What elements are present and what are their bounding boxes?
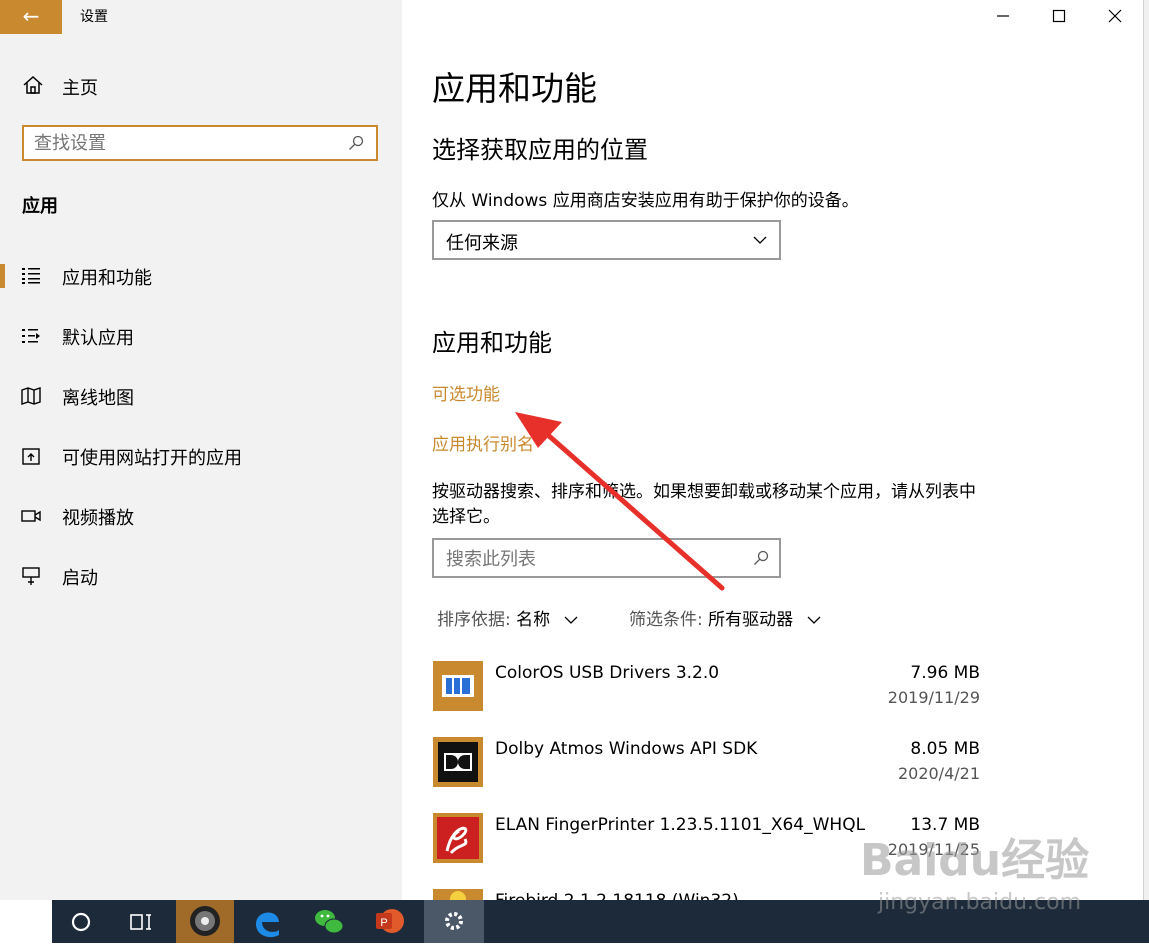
svg-text:P: P [380,917,387,929]
window-title: 设置 [80,9,108,25]
sidebar-item-label: 启动 [62,568,98,589]
home-icon [23,75,43,94]
apps-list-icon [22,268,40,284]
settings-icon [445,912,463,930]
search-icon[interactable] [753,550,769,566]
location-description: 仅从 Windows 应用商店安装应用有助于保护你的设备。 [432,191,859,211]
sort-value: 名称 [516,610,551,630]
sidebar-item-video-playback[interactable]: 视频播放 [0,496,402,536]
offline-map-icon [21,387,41,405]
filter-dropdown[interactable]: 筛选条件: 所有驱动器 [629,605,821,630]
app-list-item[interactable]: Dolby Atmos Windows API SDK 8.05 MB 2020… [432,737,992,797]
apps-features-heading: 应用和功能 [432,329,552,357]
elan-fingerprint-icon [433,813,483,863]
settings-search-input[interactable] [34,131,334,155]
default-apps-icon [22,329,40,343]
filter-label: 筛选条件: [629,610,703,630]
sort-dropdown[interactable]: 排序依据: 名称 [437,605,578,630]
app-size: 7.96 MB [910,663,980,683]
sidebar-item-label: 默认应用 [62,328,134,349]
watermark-brand: Baidu经验 [860,835,1089,886]
app-list-item[interactable]: ColorOS USB Drivers 3.2.0 7.96 MB 2019/1… [432,661,992,721]
dolby-icon [433,737,483,787]
app-name: Dolby Atmos Windows API SDK [495,739,758,759]
app-date: 2020/4/21 [897,764,980,783]
sidebar-item-label: 应用和功能 [62,268,152,289]
chevron-down-icon [564,616,578,624]
taskbar-app-button[interactable] [176,900,234,943]
back-button[interactable]: ← [0,0,62,34]
startup-icon [22,567,40,585]
app-name: Firebird 2.1.2.18118 (Win32) [495,891,739,900]
app-icon [190,906,220,936]
settings-search-box[interactable] [22,125,378,161]
location-heading: 选择获取应用的位置 [432,136,648,164]
sort-label: 排序依据: [437,610,511,630]
settings-taskbar-button[interactable] [424,900,484,943]
maximize-button[interactable] [1031,0,1087,32]
open-with-website-icon [22,448,40,465]
chevron-down-icon [753,236,767,244]
sidebar-section-label: 应用 [22,196,58,217]
cortana-icon [71,912,91,932]
close-icon [1108,9,1122,23]
task-view-button[interactable] [116,900,166,943]
watermark-url: jingyan.baidu.com [877,890,1081,915]
app-name: ELAN FingerPrinter 1.23.5.1101_X64_WHQL [495,815,866,835]
app-source-dropdown[interactable]: 任何来源 [432,220,781,260]
filter-value: 所有驱动器 [708,610,794,630]
chevron-down-icon [807,616,821,624]
page-title: 应用和功能 [432,69,597,108]
maximize-icon [1052,9,1066,23]
task-view-icon [130,914,151,930]
back-arrow-icon: ← [22,4,40,28]
sidebar-item-apps-features[interactable]: 应用和功能 [0,256,402,296]
firebird-icon [433,889,483,900]
wechat-button[interactable] [304,900,354,943]
edge-button[interactable] [242,900,292,943]
sidebar-item-label: 视频播放 [62,508,134,529]
cortana-button[interactable] [56,900,106,943]
baidu-watermark: Baidu经验 jingyan.baidu.com [860,815,1090,915]
sidebar-item-label: 可使用网站打开的应用 [62,448,242,469]
sidebar-item-label: 离线地图 [62,388,134,409]
video-icon [21,510,41,522]
baidu-logo-icon: Baidu经验 jingyan.baidu.com [860,835,1089,915]
annotation-arrow [515,412,725,591]
sidebar-item-offline-maps[interactable]: 离线地图 [0,376,402,416]
powerpoint-icon: P [376,909,404,933]
wechat-icon [315,910,344,934]
app-name: ColorOS USB Drivers 3.2.0 [495,663,720,683]
minimize-button[interactable] [975,0,1031,32]
sidebar-item-default-apps[interactable]: 默认应用 [0,316,402,356]
taskbar-gap [0,900,52,943]
edge-icon [256,912,279,938]
close-button[interactable] [1087,0,1143,32]
coloros-usb-driver-icon [433,661,483,711]
sidebar-item-websites[interactable]: 可使用网站打开的应用 [0,436,402,476]
app-source-value: 任何来源 [446,233,518,254]
search-icon[interactable] [348,135,364,151]
minimize-icon [997,15,1009,17]
powerpoint-button[interactable]: P [364,900,414,943]
sidebar-item-startup[interactable]: 启动 [0,556,402,596]
background-window-edge [1143,0,1149,900]
app-date: 2019/11/29 [887,688,980,707]
home-label[interactable]: 主页 [62,74,98,100]
optional-features-link[interactable]: 可选功能 [432,380,500,405]
app-size: 8.05 MB [910,739,980,759]
